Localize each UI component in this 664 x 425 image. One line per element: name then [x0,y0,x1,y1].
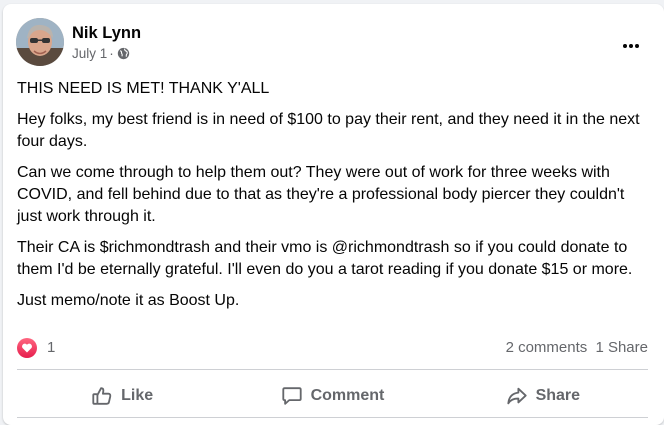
post-body: THIS NEED IS MET! THANK Y'ALL Hey folks,… [17,78,649,321]
globe-icon [117,47,129,60]
avatar[interactable] [16,18,64,66]
action-bar: Like Comment Share [17,374,648,418]
shares-count[interactable]: 1 Share [595,339,648,356]
thumbs-up-icon [92,387,112,405]
more-options-icon[interactable] [616,34,646,58]
post-paragraph: Hey folks, my best friend is in need of … [17,111,640,150]
comment-bubble-icon [281,387,302,405]
engagement-stats: 2 comments 1 Share [502,339,648,356]
comment-label: Comment [310,387,385,404]
share-arrow-icon [506,387,527,405]
reaction-bar: 1 2 comments 1 Share [17,337,648,359]
divider [17,369,648,370]
like-button[interactable]: Like [17,374,227,418]
love-reaction-icon[interactable] [17,338,37,358]
post-paragraph: Their CA is $richmondtrash and their vmo… [17,239,633,278]
reaction-count[interactable]: 1 [47,339,55,356]
comment-button[interactable]: Comment [227,374,437,418]
share-label: Share [535,387,581,404]
author-name[interactable]: Nik Lynn [72,24,141,43]
like-label: Like [121,387,154,404]
post-meta: July 1 · [72,46,130,61]
comments-count[interactable]: 2 comments [506,339,588,356]
post-header: Nik Lynn July 1 · [16,18,646,68]
post-card: Nik Lynn July 1 · THIS NEED IS MET! THAN… [3,4,664,425]
post-date[interactable]: July 1 [72,46,107,61]
post-paragraph: Can we come through to help them out? Th… [17,164,625,225]
share-button[interactable]: Share [438,374,648,418]
post-paragraph: THIS NEED IS MET! THANK Y'ALL [17,80,270,97]
divider [17,417,648,418]
meta-separator: · [109,46,114,61]
post-paragraph: Just memo/note it as Boost Up. [17,292,240,309]
